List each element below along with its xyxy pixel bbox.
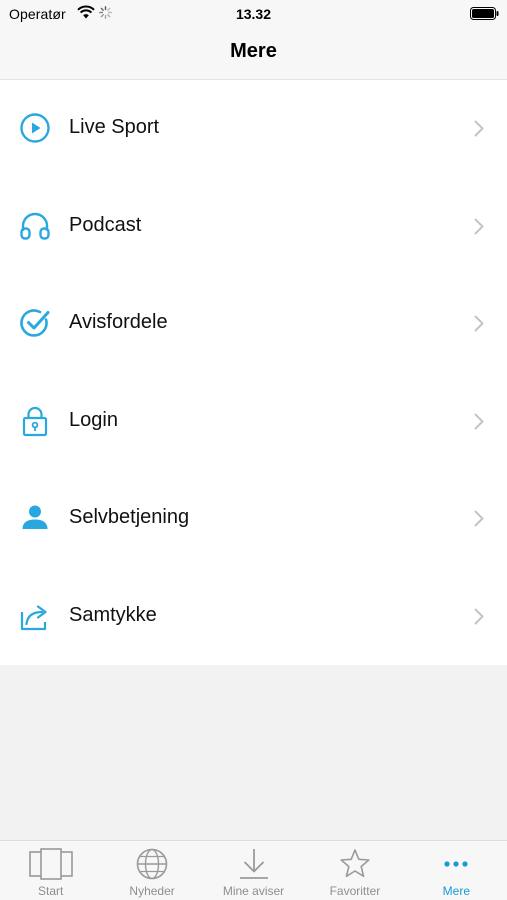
lock-icon (22, 406, 48, 436)
tab-start[interactable]: Start (0, 841, 101, 900)
tab-label: Nyheder (129, 884, 175, 898)
chevron-right-icon (474, 218, 484, 234)
tab-nyheder[interactable]: Nyheder (101, 841, 202, 900)
tab-mine-aviser[interactable]: Mine aviser (203, 841, 304, 900)
menu-item-label: Avisfordele (69, 311, 168, 333)
menu-list: Live Sport Podcast Avisfordele Login Sel… (0, 80, 507, 665)
tab-mere[interactable]: Mere (406, 841, 507, 900)
globe-icon (136, 848, 168, 880)
battery-icon (470, 7, 499, 20)
chevron-right-icon (474, 413, 484, 429)
chevron-right-icon (474, 608, 484, 624)
tab-label: Favoritter (329, 884, 381, 898)
menu-item-samtykke[interactable]: Samtykke (0, 568, 507, 666)
menu-item-selvbetjening[interactable]: Selvbetjening (0, 470, 507, 568)
tab-label: Mine aviser (222, 884, 285, 898)
navigation-bar: Mere (0, 28, 507, 80)
status-bar: Operatør 13.32 (0, 0, 507, 28)
tab-label: Mere (442, 884, 470, 898)
menu-item-podcast[interactable]: Podcast (0, 178, 507, 276)
share-icon (20, 604, 47, 630)
person-icon (22, 505, 48, 529)
chevron-right-icon (474, 120, 484, 137)
download-icon (239, 849, 268, 879)
more-dots-icon (444, 861, 468, 867)
chevron-right-icon (474, 510, 484, 527)
status-time: 13.32 (235, 6, 272, 22)
chevron-right-icon (474, 315, 484, 332)
tab-favoritter[interactable]: Favoritter (304, 841, 405, 900)
menu-item-label: Login (69, 408, 118, 431)
headphones-icon (20, 212, 50, 240)
menu-item-live-sport[interactable]: Live Sport (0, 80, 507, 178)
tab-label: Start (38, 884, 64, 898)
page-title: Mere (230, 40, 277, 62)
star-icon (340, 849, 370, 878)
check-circle-icon (20, 309, 50, 337)
menu-item-label: Samtykke (69, 603, 157, 626)
menu-item-label: Selvbetjening (69, 506, 190, 528)
tab-bar: Start Nyheder Mine aviser Favoritter Mer… (0, 840, 507, 900)
menu-item-avisfordele[interactable]: Avisfordele (0, 275, 507, 373)
pages-icon (28, 848, 73, 880)
menu-item-login[interactable]: Login (0, 373, 507, 471)
play-circle-icon (20, 113, 50, 143)
menu-item-label: Podcast (69, 213, 142, 236)
menu-item-label: Live Sport (69, 116, 160, 138)
